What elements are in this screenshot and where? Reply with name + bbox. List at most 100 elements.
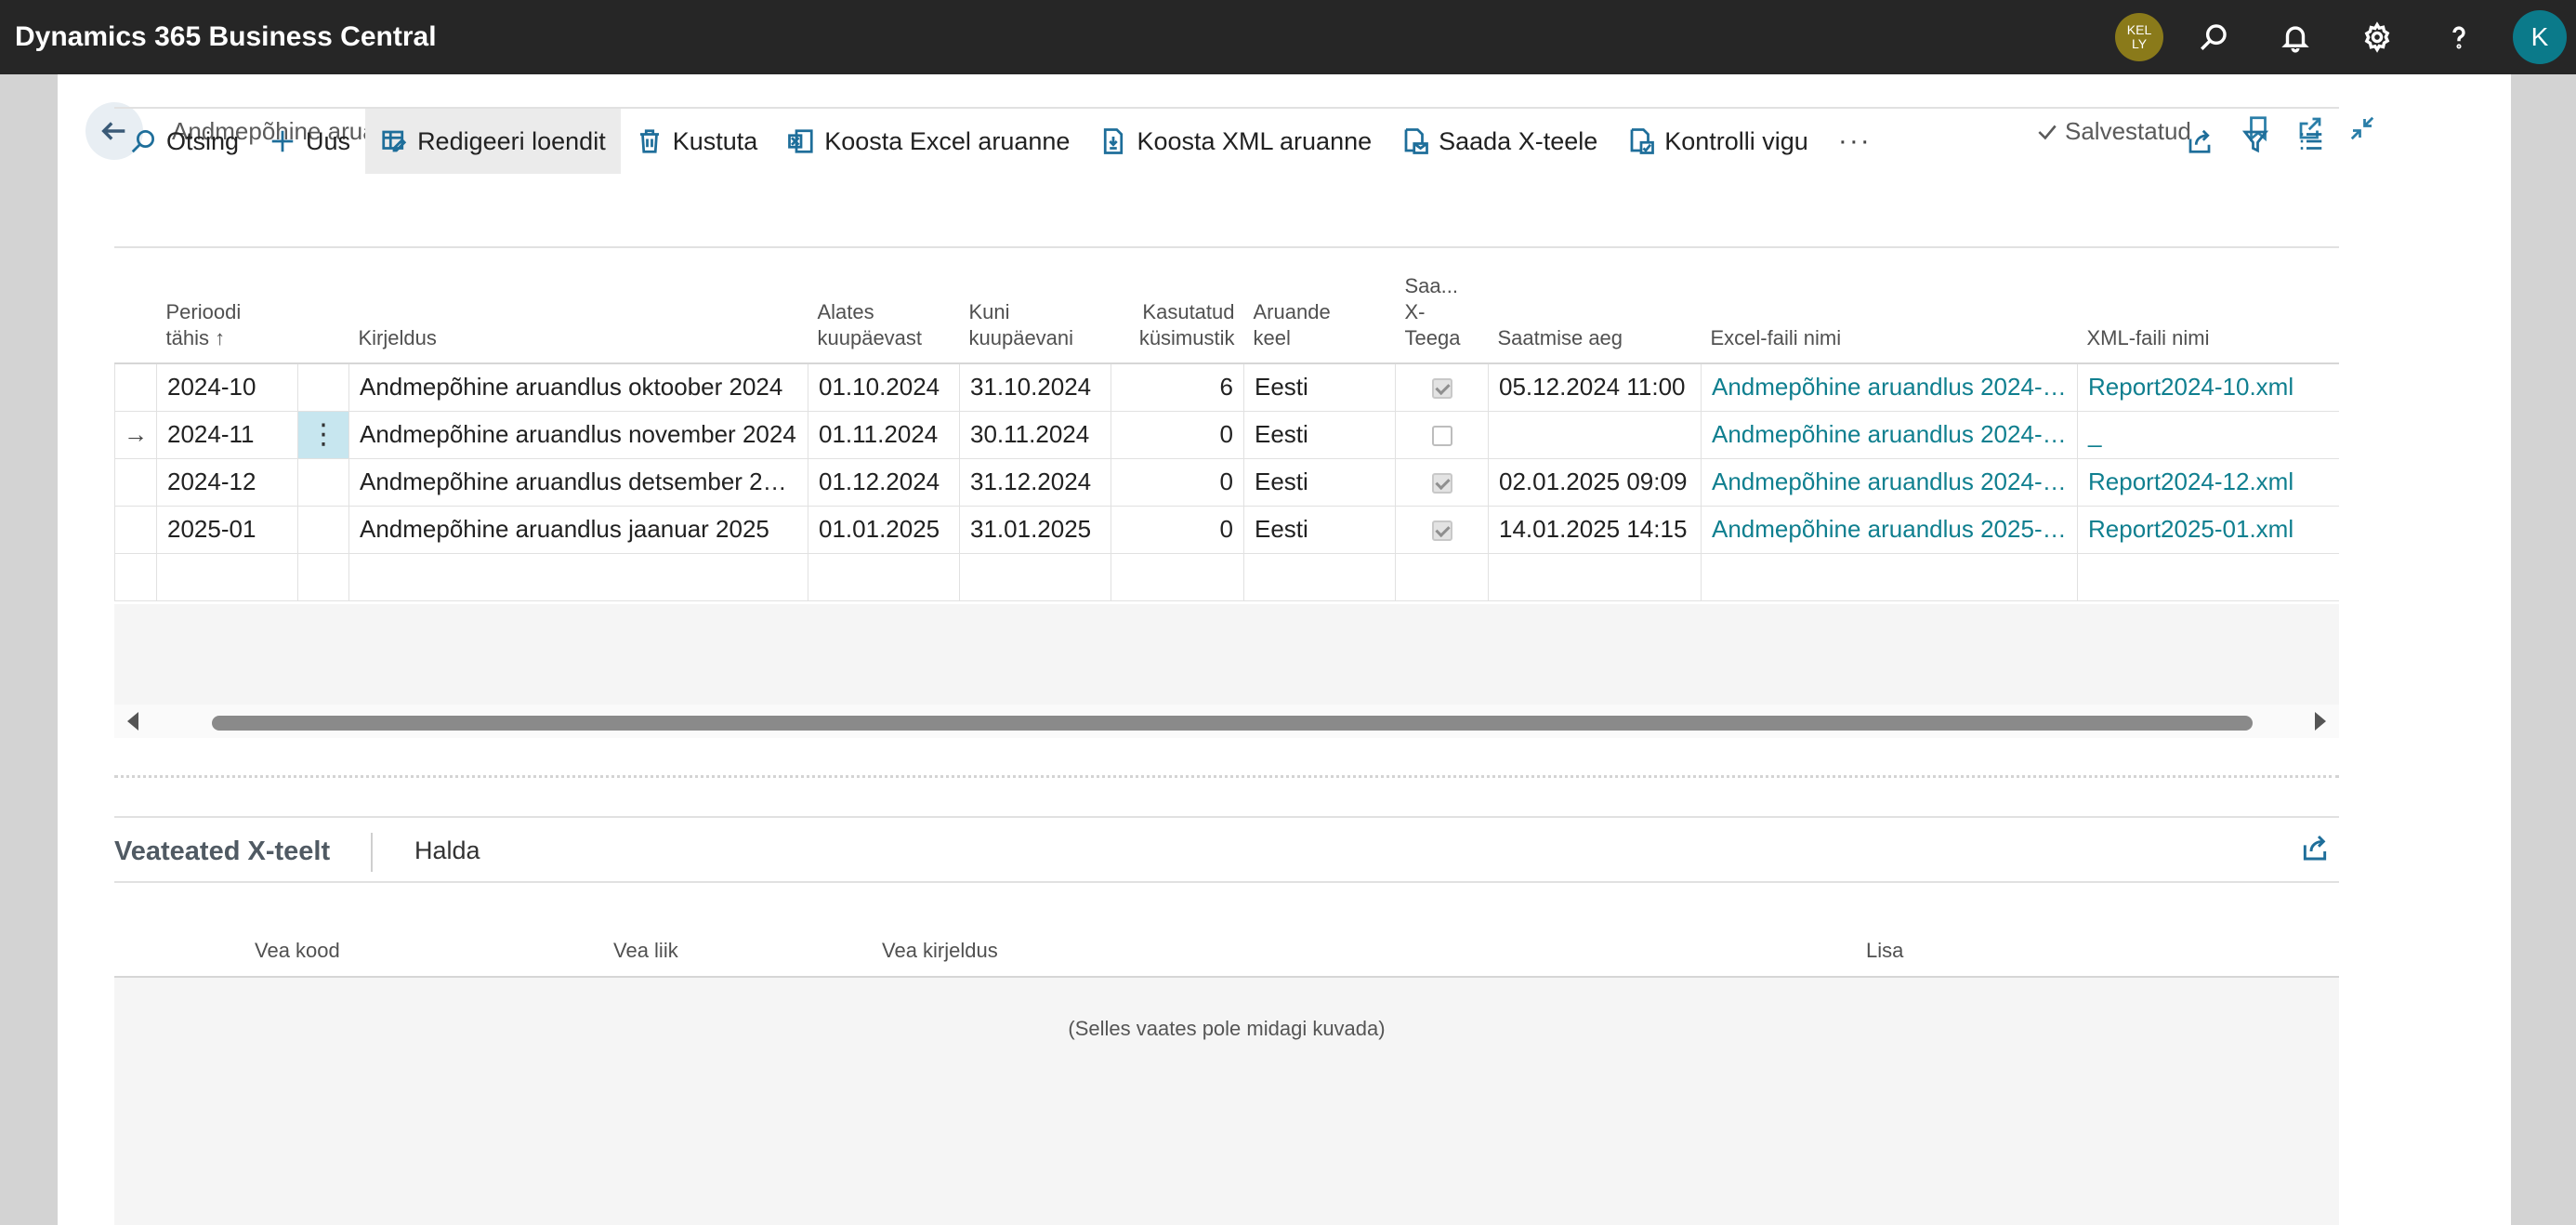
from-date-cell[interactable]: [808, 552, 960, 601]
table-row[interactable]: → 2024-11 ⋮ Andmepõhine aruandlus novemb…: [114, 410, 2339, 459]
used-questionnaire-cell[interactable]: 0: [1111, 457, 1244, 507]
xml-file-link[interactable]: _: [2077, 410, 2339, 459]
excel-file-link[interactable]: Andmepõhine aruandlus 2024-1...: [1701, 457, 2078, 507]
col-error-type[interactable]: Vea liik: [613, 939, 678, 963]
excel-file-link[interactable]: Andmepõhine aruandlus 2025-0...: [1701, 505, 2078, 554]
col-period[interactable]: Perioodi tähis ↑: [156, 252, 298, 364]
used-questionnaire-cell[interactable]: 0: [1111, 410, 1244, 459]
description-cell[interactable]: Andmepõhine aruandlus detsember 2024: [348, 457, 808, 507]
description-cell[interactable]: Andmepõhine aruandlus november 2024: [348, 410, 808, 459]
from-date-cell[interactable]: 01.11.2024: [808, 410, 960, 459]
new-table-row[interactable]: [114, 552, 2339, 601]
table-row[interactable]: 2025-01 Andmepõhine aruandlus jaanuar 20…: [114, 505, 2339, 554]
used-questionnaire-cell[interactable]: 0: [1111, 505, 1244, 554]
language-cell[interactable]: Eesti: [1243, 457, 1396, 507]
gear-icon[interactable]: [2336, 0, 2418, 74]
col-description[interactable]: Kirjeldus: [348, 252, 808, 364]
scroll-right-icon[interactable]: [2315, 712, 2326, 731]
col-error-description[interactable]: Vea kirjeldus: [882, 939, 998, 963]
excel-file-cell[interactable]: [1701, 552, 2078, 601]
to-date-cell[interactable]: [959, 552, 1111, 601]
more-actions-button[interactable]: ···: [1823, 109, 1886, 174]
col-send-time[interactable]: Saatmise aeg: [1488, 252, 1702, 364]
search-icon[interactable]: [2173, 0, 2254, 74]
app-title[interactable]: Dynamics 365 Business Central: [15, 21, 437, 53]
period-cell[interactable]: 2024-10: [156, 362, 298, 412]
bell-icon[interactable]: [2254, 0, 2336, 74]
list-view-icon[interactable]: [2283, 109, 2339, 174]
from-date-cell[interactable]: 01.01.2025: [808, 505, 960, 554]
send-time-cell[interactable]: 05.12.2024 11:00: [1488, 362, 1702, 412]
share-icon[interactable]: [2300, 833, 2330, 867]
xml-file-link[interactable]: Report2024-12.xml: [2077, 457, 2339, 507]
to-date-cell[interactable]: 31.12.2024: [959, 457, 1111, 507]
period-cell[interactable]: 2025-01: [156, 505, 298, 554]
send-time-cell[interactable]: [1488, 410, 1702, 459]
edit-list-action[interactable]: Redigeeri loendit: [365, 109, 621, 174]
scrollbar-thumb[interactable]: [212, 716, 2253, 731]
to-date-cell[interactable]: 31.10.2024: [959, 362, 1111, 412]
help-icon[interactable]: [2418, 0, 2500, 74]
to-date-cell[interactable]: 30.11.2024: [959, 410, 1111, 459]
language-cell[interactable]: Eesti: [1243, 362, 1396, 412]
horizontal-scrollbar[interactable]: [114, 705, 2339, 738]
col-xml-file[interactable]: XML-faili nimi: [2077, 252, 2339, 364]
period-cell[interactable]: [156, 552, 298, 601]
company-badge[interactable]: KEL LY: [2115, 13, 2163, 61]
send-time-cell[interactable]: [1488, 552, 1702, 601]
errors-grid-header: Vea kood Vea liik Vea kirjeldus Lisa: [114, 929, 2339, 978]
period-cell[interactable]: 2024-11: [156, 410, 298, 459]
excel-report-action[interactable]: Koosta Excel aruanne: [772, 109, 1084, 174]
language-cell[interactable]: Eesti: [1243, 505, 1396, 554]
xml-file-link[interactable]: Report2025-01.xml: [2077, 505, 2339, 554]
manage-menu[interactable]: Halda: [414, 836, 480, 865]
period-cell[interactable]: 2024-12: [156, 457, 298, 507]
col-from-date[interactable]: Alates kuupäevast: [808, 252, 960, 364]
xml-file-cell[interactable]: [2077, 552, 2339, 601]
used-questionnaire-cell[interactable]: [1111, 552, 1244, 601]
row-menu-cell: [297, 362, 349, 412]
col-extra[interactable]: Lisa: [1866, 939, 1903, 963]
excel-file-link[interactable]: Andmepõhine aruandlus 2024-1...: [1701, 362, 2078, 412]
send-time-cell[interactable]: 14.01.2025 14:15: [1488, 505, 1702, 554]
company-badge-line1: KEL: [2126, 22, 2152, 37]
col-excel-file[interactable]: Excel-faili nimi: [1701, 252, 2078, 364]
send-x-road-action[interactable]: Saada X-teele: [1387, 109, 1612, 174]
scroll-left-icon[interactable]: [127, 712, 138, 731]
col-used-label-1: Kasutatud: [1142, 300, 1235, 323]
col-to-date-label-2: kuupäevani: [968, 326, 1074, 349]
to-date-cell[interactable]: 31.01.2025: [959, 505, 1111, 554]
check-errors-action[interactable]: Kontrolli vigu: [1612, 109, 1823, 174]
language-cell[interactable]: Eesti: [1243, 410, 1396, 459]
description-cell[interactable]: Andmepõhine aruandlus oktoober 2024: [348, 362, 808, 412]
avatar[interactable]: K: [2513, 10, 2567, 64]
col-to-date[interactable]: Kuni kuupäevani: [959, 252, 1111, 364]
filter-icon[interactable]: [2228, 109, 2283, 174]
collapse-icon[interactable]: [2342, 108, 2383, 149]
row-menu-button[interactable]: ⋮: [297, 410, 349, 459]
xml-report-action[interactable]: Koosta XML aruanne: [1084, 109, 1387, 174]
sent-checkbox-cell[interactable]: [1395, 552, 1489, 601]
send-time-cell[interactable]: 02.01.2025 09:09: [1488, 457, 1702, 507]
share-icon[interactable]: [2172, 109, 2228, 174]
used-questionnaire-cell[interactable]: 6: [1111, 362, 1244, 412]
search-action[interactable]: Otsing: [114, 109, 254, 174]
from-date-cell[interactable]: 01.10.2024: [808, 362, 960, 412]
col-used-questionnaire[interactable]: Kasutatud küsimustik: [1111, 252, 1244, 364]
xml-file-link[interactable]: Report2024-10.xml: [2077, 362, 2339, 412]
language-cell[interactable]: [1243, 552, 1396, 601]
subpage-title[interactable]: Veateated X-teelt: [114, 836, 330, 867]
table-row[interactable]: 2024-12 Andmepõhine aruandlus detsember …: [114, 457, 2339, 507]
col-error-code[interactable]: Vea kood: [255, 939, 340, 963]
splitter[interactable]: [114, 775, 2339, 778]
description-cell[interactable]: Andmepõhine aruandlus jaanuar 2025: [348, 505, 808, 554]
sent-checkbox: [1431, 520, 1452, 542]
description-cell[interactable]: [348, 552, 808, 601]
from-date-cell[interactable]: 01.12.2024: [808, 457, 960, 507]
col-report-language[interactable]: Aruande keel: [1243, 252, 1396, 364]
delete-action[interactable]: Kustuta: [621, 109, 773, 174]
excel-file-link[interactable]: Andmepõhine aruandlus 2024-1...: [1701, 410, 2078, 459]
col-sent-x-road[interactable]: Saa... X- Teega: [1395, 252, 1489, 364]
table-row[interactable]: 2024-10 Andmepõhine aruandlus oktoober 2…: [114, 362, 2339, 412]
new-action[interactable]: Uus: [254, 109, 365, 174]
